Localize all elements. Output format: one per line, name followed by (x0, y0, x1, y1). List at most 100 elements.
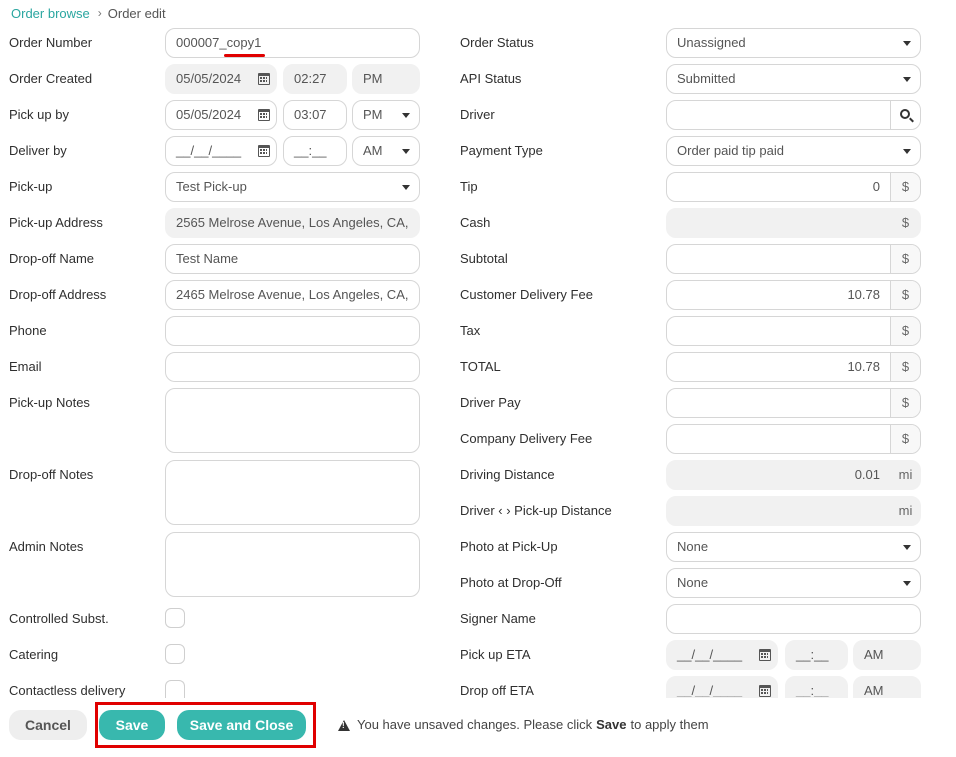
copy-suffix-highlight (224, 54, 265, 57)
pick-up-eta-label: Pick up ETA (460, 647, 531, 662)
driver-input[interactable] (666, 100, 921, 130)
miles-unit: mi (890, 497, 920, 525)
drop-off-notes-textarea[interactable] (165, 460, 420, 525)
pick-up-by-date-value: 05/05/2024 (176, 107, 242, 122)
pick-up-eta-ampm: AM (853, 640, 921, 670)
drop-off-name-label: Drop-off Name (9, 251, 95, 266)
api-status-label: API Status (460, 71, 522, 86)
drop-off-address-label: Drop-off Address (9, 287, 107, 302)
deliver-by-date[interactable]: __/__/____ (165, 136, 277, 166)
order-number-label: Order Number (9, 35, 93, 50)
order-created-ampm-value: PM (363, 71, 383, 86)
breadcrumb-current: Order edit (107, 5, 166, 21)
phone-label: Phone (9, 323, 47, 338)
admin-notes-textarea[interactable] (165, 532, 420, 597)
notice-save-word: Save (596, 717, 627, 732)
pick-up-value: Test Pick-up (176, 179, 247, 194)
photo-at-pickup-label: Photo at Pick-Up (460, 539, 558, 554)
notice-prefix: You have unsaved changes. Please click (357, 717, 593, 732)
tax-input[interactable]: $ (666, 316, 921, 346)
deliver-by-time[interactable]: __:__ (283, 136, 347, 166)
subtotal-input[interactable]: $ (666, 244, 921, 274)
drop-off-name-input[interactable]: Test Name (165, 244, 420, 274)
tip-label: Tip (460, 179, 478, 194)
dollar-icon: $ (890, 353, 920, 381)
dollar-icon: $ (890, 425, 920, 453)
pick-up-by-ampm-select[interactable]: PM (352, 100, 420, 130)
driving-distance-field: 0.01 mi (666, 460, 921, 490)
notice-suffix: to apply them (630, 717, 709, 732)
drop-off-eta-date: __/__/____ (666, 676, 778, 698)
pick-up-address-label: Pick-up Address (9, 215, 103, 230)
catering-checkbox[interactable] (165, 644, 185, 664)
order-created-time: 02:27 (283, 64, 347, 94)
photo-at-dropoff-select[interactable]: None (666, 568, 921, 598)
tax-label: Tax (460, 323, 481, 338)
signer-name-label: Signer Name (460, 611, 536, 626)
payment-type-value: Order paid tip paid (677, 143, 784, 158)
email-label: Email (9, 359, 42, 374)
calendar-icon (759, 649, 771, 661)
calendar-icon (759, 685, 771, 697)
chevron-down-icon (903, 41, 911, 46)
pick-up-notes-label: Pick-up Notes (9, 395, 90, 410)
api-status-select[interactable]: Submitted (666, 64, 921, 94)
pick-up-by-time[interactable]: 03:07 (283, 100, 347, 130)
deliver-by-date-value: __/__/____ (176, 143, 242, 158)
save-and-close-button[interactable]: Save and Close (177, 710, 306, 740)
deliver-by-ampm-select[interactable]: AM (352, 136, 420, 166)
chevron-down-icon (402, 185, 410, 190)
photo-at-dropoff-label: Photo at Drop-Off (460, 575, 562, 590)
company-delivery-fee-input[interactable]: $ (666, 424, 921, 454)
chevron-down-icon (402, 149, 410, 154)
dollar-icon: $ (890, 389, 920, 417)
cancel-button[interactable]: Cancel (9, 710, 87, 740)
calendar-icon[interactable] (258, 109, 270, 121)
breadcrumb-order-browse-link[interactable]: Order browse (11, 6, 90, 21)
driving-distance-label: Driving Distance (460, 467, 555, 482)
controlled-subst-checkbox[interactable] (165, 608, 185, 628)
phone-input[interactable] (165, 316, 420, 346)
company-delivery-fee-label: Company Delivery Fee (460, 431, 593, 446)
api-status-value: Submitted (677, 71, 736, 86)
order-created-date: 05/05/2024 (165, 64, 277, 94)
order-created-label: Order Created (9, 71, 93, 86)
order-status-label: Order Status (460, 35, 534, 50)
tip-input[interactable]: 0 $ (666, 172, 921, 202)
pick-up-eta-time-value: __:__ (796, 647, 829, 662)
driver-pay-input[interactable]: $ (666, 388, 921, 418)
driver-label: Driver (460, 107, 495, 122)
search-icon (900, 109, 910, 119)
tip-value: 0 (872, 179, 880, 194)
drop-off-eta-label: Drop off ETA (460, 683, 534, 698)
drop-off-eta-time-value: __:__ (796, 683, 829, 698)
driver-search-button[interactable] (890, 101, 920, 129)
calendar-icon[interactable] (258, 145, 270, 157)
pick-up-notes-textarea[interactable] (165, 388, 420, 453)
pick-up-select[interactable]: Test Pick-up (165, 172, 420, 202)
total-input[interactable]: 10.78 $ (666, 352, 921, 382)
contactless-delivery-checkbox[interactable] (165, 680, 185, 698)
pick-up-eta-ampm-value: AM (864, 647, 884, 662)
dollar-icon: $ (890, 245, 920, 273)
save-button[interactable]: Save (99, 710, 165, 740)
photo-at-dropoff-value: None (677, 575, 709, 590)
photo-at-pickup-value: None (677, 539, 709, 554)
pick-up-by-time-value: 03:07 (294, 107, 327, 122)
email-input[interactable] (165, 352, 420, 382)
customer-delivery-fee-input[interactable]: 10.78 $ (666, 280, 921, 310)
payment-type-select[interactable]: Order paid tip paid (666, 136, 921, 166)
order-number-input[interactable]: 000007_copy1 (165, 28, 420, 58)
order-status-select[interactable]: Unassigned (666, 28, 921, 58)
drop-off-address-input[interactable]: 2465 Melrose Avenue, Los Angeles, CA, (165, 280, 420, 310)
signer-name-input[interactable] (666, 604, 921, 634)
pick-up-by-date[interactable]: 05/05/2024 (165, 100, 277, 130)
pick-up-by-ampm-value: PM (363, 107, 383, 122)
drop-off-address-value: 2465 Melrose Avenue, Los Angeles, CA, (176, 287, 409, 302)
cash-field: $ (666, 208, 921, 238)
drop-off-eta-ampm: AM (853, 676, 921, 698)
pick-up-label: Pick-up (9, 179, 53, 194)
order-created-ampm: PM (352, 64, 420, 94)
pick-up-eta-time: __:__ (785, 640, 848, 670)
photo-at-pickup-select[interactable]: None (666, 532, 921, 562)
